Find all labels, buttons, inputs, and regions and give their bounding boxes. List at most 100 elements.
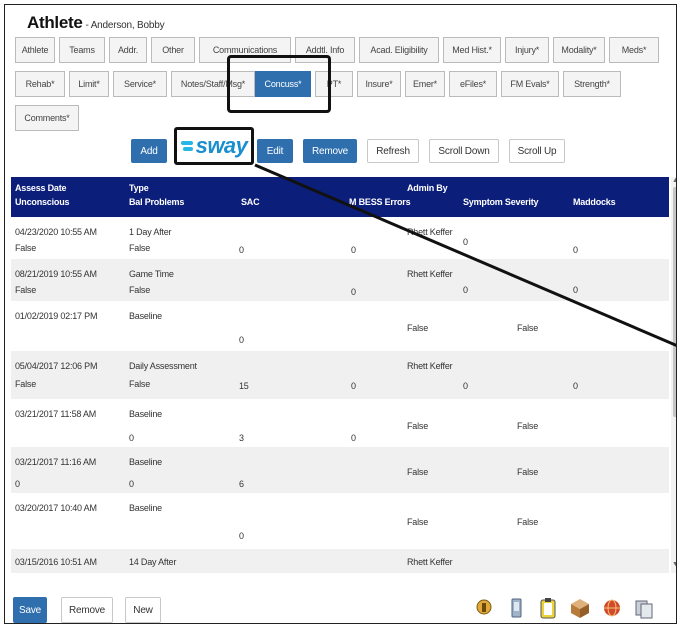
col-sac[interactable]: SAC bbox=[241, 197, 260, 207]
save-button[interactable]: Save bbox=[13, 597, 47, 623]
cell-symptom: 0 bbox=[463, 381, 468, 391]
tab-strength[interactable]: Strength* bbox=[563, 71, 621, 97]
cell-date: 03/21/2017 11:16 AM bbox=[15, 457, 97, 467]
tab-efiles[interactable]: eFiles* bbox=[449, 71, 497, 97]
toolbar: Add Edit Remove Refresh Scroll Down Scro… bbox=[5, 139, 676, 169]
refresh-button[interactable]: Refresh bbox=[367, 139, 419, 163]
cell-maddocks: 0 bbox=[573, 285, 578, 295]
edit-button[interactable]: Edit bbox=[257, 139, 293, 163]
cell-sac: 15 bbox=[239, 381, 249, 391]
table-row[interactable]: 05/04/2017 12:06 PM Daily Assessment Rhe… bbox=[11, 351, 669, 399]
col-admin-by[interactable]: Admin By bbox=[407, 183, 448, 193]
box-icon[interactable] bbox=[570, 597, 590, 619]
athlete-name: - Anderson, Bobby bbox=[85, 20, 165, 31]
cell-date: 05/04/2017 12:06 PM bbox=[15, 361, 98, 371]
cell-unconscious: False bbox=[15, 243, 37, 253]
scroll-up-arrow-icon[interactable]: ▲ bbox=[672, 177, 676, 184]
cell-bal: 0 bbox=[129, 433, 134, 443]
table-row[interactable]: 03/20/2017 10:40 AM Baseline 0 False Fal… bbox=[11, 493, 669, 549]
remove-button[interactable]: Remove bbox=[303, 139, 357, 163]
tab-service[interactable]: Service* bbox=[113, 71, 167, 97]
add-button[interactable]: Add bbox=[131, 139, 167, 163]
page-title: Athlete - Anderson, Bobby bbox=[27, 13, 165, 33]
col-unconscious[interactable]: Unconscious bbox=[15, 197, 70, 207]
tab-addtl-info[interactable]: Addtl. Info bbox=[295, 37, 355, 63]
cell-sac: 6 bbox=[239, 479, 244, 489]
globe-icon[interactable] bbox=[602, 597, 622, 619]
cell-type: Daily Assessment bbox=[129, 361, 197, 371]
copy-icon[interactable] bbox=[634, 597, 654, 619]
action-icons bbox=[474, 597, 654, 619]
cell-bal: 0 bbox=[129, 479, 134, 489]
cell-bess: 0 bbox=[351, 245, 356, 255]
app-frame: Athlete - Anderson, Bobby Athlete Teams A… bbox=[4, 4, 677, 624]
title-text: Athlete bbox=[27, 13, 83, 32]
tab-pt[interactable]: PT* bbox=[315, 71, 353, 97]
tab-rehab[interactable]: Rehab* bbox=[15, 71, 65, 97]
col-assess-date[interactable]: Assess Date bbox=[15, 183, 67, 193]
tab-addr[interactable]: Addr. bbox=[109, 37, 147, 63]
device-icon[interactable] bbox=[506, 597, 526, 619]
tab-insure[interactable]: Insure* bbox=[357, 71, 401, 97]
concussion-table: Assess Date Unconscious Type Bal Problem… bbox=[11, 177, 669, 573]
sway-label: sway bbox=[195, 133, 248, 158]
scroll-thumb[interactable] bbox=[673, 187, 676, 417]
cell-type: Baseline bbox=[129, 311, 162, 321]
cell-maddocks: False bbox=[517, 467, 539, 477]
bottom-bar: Save Remove New bbox=[5, 593, 676, 623]
cell-maddocks: False bbox=[517, 323, 539, 333]
scroll-down-arrow-icon[interactable]: ▼ bbox=[672, 561, 676, 568]
table-row[interactable]: 04/23/2020 10:55 AM 1 Day After Rhett Ke… bbox=[11, 217, 669, 259]
tab-emer[interactable]: Emer* bbox=[405, 71, 445, 97]
cell-unconscious: False bbox=[15, 285, 37, 295]
col-type[interactable]: Type bbox=[129, 183, 149, 193]
scroll-down-button[interactable]: Scroll Down bbox=[429, 139, 499, 163]
cell-type: Baseline bbox=[129, 503, 162, 513]
cell-date: 03/15/2016 10:51 AM bbox=[15, 557, 97, 567]
tab-fm-evals[interactable]: FM Evals* bbox=[501, 71, 559, 97]
tab-athlete[interactable]: Athlete bbox=[15, 37, 55, 63]
col-maddocks[interactable]: Maddocks bbox=[573, 197, 616, 207]
bottom-remove-button[interactable]: Remove bbox=[61, 597, 113, 623]
tab-modality[interactable]: Modality* bbox=[553, 37, 605, 63]
tab-injury[interactable]: Injury* bbox=[505, 37, 549, 63]
tab-strip: Athlete Teams Addr. Other Communications… bbox=[15, 37, 675, 137]
tab-notes-staff-msg[interactable]: Notes/Staff/Msg* bbox=[171, 71, 255, 97]
table-row[interactable]: 03/21/2017 11:16 AM Baseline 0 0 6 False… bbox=[11, 447, 669, 493]
table-row[interactable]: 03/15/2016 10:51 AM 14 Day After Rhett K… bbox=[11, 549, 669, 573]
tab-communications[interactable]: Communications bbox=[199, 37, 291, 63]
clipboard-icon[interactable] bbox=[538, 597, 558, 619]
tab-comments[interactable]: Comments* bbox=[15, 105, 79, 131]
cell-unconscious: False bbox=[15, 379, 37, 389]
key-icon[interactable] bbox=[474, 597, 494, 619]
cell-maddocks: False bbox=[517, 517, 539, 527]
new-button[interactable]: New bbox=[125, 597, 161, 623]
col-bess[interactable]: M BESS Errors bbox=[349, 197, 411, 207]
col-symptom-severity[interactable]: Symptom Severity bbox=[463, 197, 539, 207]
scroll-up-button[interactable]: Scroll Up bbox=[509, 139, 565, 163]
table-header: Assess Date Unconscious Type Bal Problem… bbox=[11, 177, 669, 217]
cell-date: 04/23/2020 10:55 AM bbox=[15, 227, 97, 237]
cell-type: Baseline bbox=[129, 409, 162, 419]
tab-limit[interactable]: Limit* bbox=[69, 71, 109, 97]
tab-concuss[interactable]: Concuss* bbox=[255, 71, 311, 97]
cell-sac: 0 bbox=[239, 245, 244, 255]
cell-maddocks: 0 bbox=[573, 245, 578, 255]
cell-maddocks: 0 bbox=[573, 381, 578, 391]
sway-button[interactable]: sway bbox=[174, 127, 254, 165]
cell-symptom: False bbox=[407, 323, 429, 333]
table-row[interactable]: 01/02/2019 02:17 PM Baseline 0 False Fal… bbox=[11, 301, 669, 351]
tab-teams[interactable]: Teams bbox=[59, 37, 105, 63]
tab-acad-eligibility[interactable]: Acad. Eligibility bbox=[359, 37, 439, 63]
cell-admin: Rhett Keffer bbox=[407, 557, 453, 567]
tab-meds[interactable]: Meds* bbox=[609, 37, 659, 63]
tab-med-hist[interactable]: Med Hist.* bbox=[443, 37, 501, 63]
table-scrollbar[interactable]: ▲ ▼ bbox=[671, 177, 676, 573]
table-row[interactable]: 03/21/2017 11:58 AM Baseline 0 3 0 False… bbox=[11, 399, 669, 447]
cell-date: 03/20/2017 10:40 AM bbox=[15, 503, 97, 513]
tab-other[interactable]: Other bbox=[151, 37, 195, 63]
cell-maddocks: False bbox=[517, 421, 539, 431]
table-row[interactable]: 08/21/2019 10:55 AM Game Time Rhett Keff… bbox=[11, 259, 669, 301]
col-bal-problems[interactable]: Bal Problems bbox=[129, 197, 184, 207]
cell-symptom: 0 bbox=[463, 285, 468, 295]
